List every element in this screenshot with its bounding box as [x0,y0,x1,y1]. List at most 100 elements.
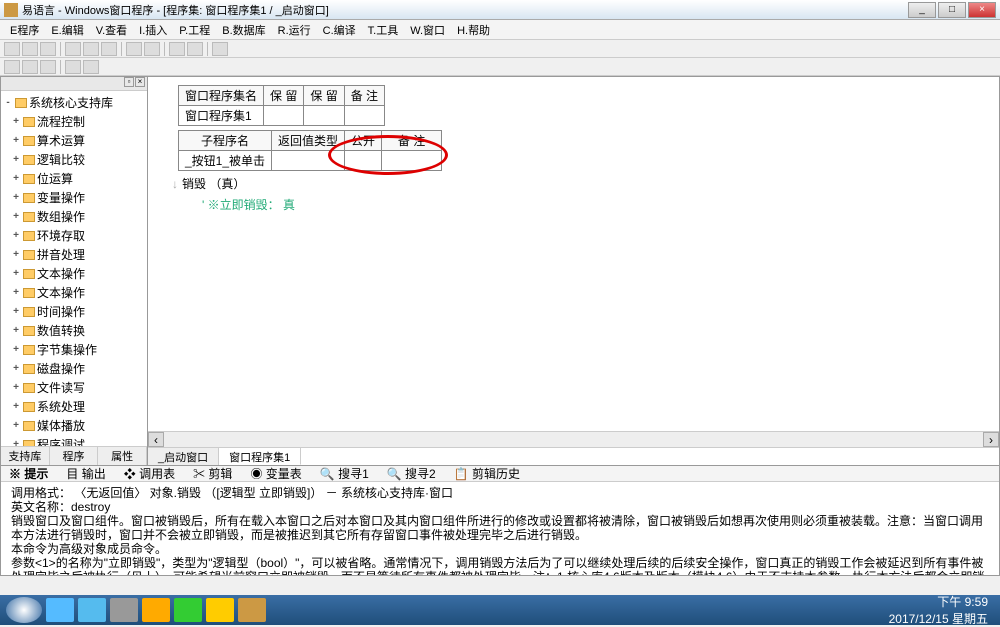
menu-tools[interactable]: T.工具 [362,22,405,38]
tree-item[interactable]: +变量操作 [3,188,145,207]
tb-paste[interactable] [101,42,117,56]
close-button[interactable]: × [968,2,996,18]
editor-scrollbar-horizontal[interactable]: ‹ › [148,431,999,447]
sidebar-top-controls: ▫ × [1,77,147,91]
tb2-e[interactable] [83,60,99,74]
tree-item-label: 环境存取 [37,227,85,244]
taskbar-ie-icon[interactable] [78,598,106,622]
tb-compile[interactable] [212,42,228,56]
code-line-2[interactable]: ' ※立即销毁： 真 [168,196,979,213]
code-line-1[interactable]: ↓ 销毁 （真） [168,175,979,192]
menu-run[interactable]: R.运行 [272,22,317,38]
output-panel-content[interactable]: 调用格式： 〈无返回值〉 对象.销毁 （[逻辑型 立即销毁]） － 系统核心支持… [1,482,999,575]
tb-run[interactable] [169,42,185,56]
tree-item[interactable]: +算术运算 [3,131,145,150]
bp-tab-call[interactable]: ❖ 调用表 [120,465,179,482]
scroll-right-icon[interactable]: › [983,432,999,447]
toolbar-2 [0,58,1000,76]
bp-tab-var[interactable]: ◉ 变量表 [246,465,305,482]
taskbar-app3-icon[interactable] [174,598,202,622]
sidebar-tab-library[interactable]: 支持库 [1,447,50,465]
bp-tab-hist[interactable]: 📋 剪辑历史 [450,465,524,482]
menu-compile[interactable]: C.编译 [317,22,362,38]
bp-tab-clip[interactable]: ✂ 剪辑 [189,465,236,482]
tree-item[interactable]: +文件读写 [3,378,145,397]
library-tree[interactable]: - 系统核心支持库 +流程控制+算术运算+逻辑比较+位运算+变量操作+数组操作+… [1,91,147,446]
tree-item[interactable]: +时间操作 [3,302,145,321]
sidebar-tab-program[interactable]: 程序 [50,447,99,465]
windows-taskbar: 下午 9:59 2017/12/15 星期五 [0,595,1000,625]
editor-content[interactable]: 窗口程序集名保 留保 留备 注 窗口程序集1 子程序名返回值类型公开备 注 _按… [148,77,999,431]
bp-tab-out[interactable]: 目 输出 [62,465,109,482]
minimize-button[interactable]: _ [908,2,936,18]
bp-tab-tip[interactable]: ※ 提示 [5,465,52,482]
code-editor: 窗口程序集名保 留保 留备 注 窗口程序集1 子程序名返回值类型公开备 注 _按… [148,76,1000,466]
taskbar-folder-icon[interactable] [46,598,74,622]
tree-root[interactable]: - 系统核心支持库 [3,93,145,112]
taskbar-elang-icon[interactable] [238,598,266,622]
editor-tab-assembly1[interactable]: 窗口程序集1 [219,448,301,465]
tb-stop[interactable] [187,42,203,56]
tb2-b[interactable] [22,60,38,74]
taskbar-app1-icon[interactable] [110,598,138,622]
tb-open[interactable] [22,42,38,56]
taskbar-app2-icon[interactable] [142,598,170,622]
menu-edit[interactable]: E.编辑 [45,22,89,38]
menu-help[interactable]: H.帮助 [451,22,496,38]
tree-item[interactable]: +文本操作 [3,283,145,302]
menu-insert[interactable]: I.插入 [133,22,173,38]
tree-item[interactable]: +系统处理 [3,397,145,416]
tree-item[interactable]: +程序调试 [3,435,145,446]
tb-cut[interactable] [65,42,81,56]
code-comment: ' ※立即销毁： 真 [202,196,295,213]
code-destroy[interactable]: 销毁 （真） [182,175,245,192]
tb-save[interactable] [40,42,56,56]
tree-item-label: 磁盘操作 [37,360,85,377]
editor-tab-startup[interactable]: _启动窗口 [148,448,219,465]
tb-new[interactable] [4,42,20,56]
tb2-a[interactable] [4,60,20,74]
tree-item-label: 媒体播放 [37,417,85,434]
scroll-track[interactable] [164,432,983,447]
tree-item[interactable]: +逻辑比较 [3,150,145,169]
tb2-d[interactable] [65,60,81,74]
tree-item[interactable]: +位运算 [3,169,145,188]
t1-r1[interactable]: 窗口程序集1 [179,106,264,126]
start-button[interactable] [6,597,42,623]
tree-item[interactable]: +数值转换 [3,321,145,340]
scroll-left-icon[interactable]: ‹ [148,432,164,447]
menu-window[interactable]: W.窗口 [404,22,451,38]
t2-r1[interactable]: _按钮1_被单击 [179,151,272,171]
t1-h2: 保 留 [264,86,304,106]
maximize-button[interactable]: □ [938,2,966,18]
gutter-arrow-icon: ↓ [168,177,182,191]
tree-item[interactable]: +媒体播放 [3,416,145,435]
taskbar-clock[interactable]: 下午 9:59 2017/12/15 星期五 [889,593,994,627]
tb-copy[interactable] [83,42,99,56]
tree-item[interactable]: +流程控制 [3,112,145,131]
menu-program[interactable]: E程序 [4,22,45,38]
tree-item[interactable]: +数组操作 [3,207,145,226]
tree-item[interactable]: +拼音处理 [3,245,145,264]
menu-database[interactable]: B.数据库 [216,22,271,38]
folder-icon [23,193,35,203]
tree-item[interactable]: +字节集操作 [3,340,145,359]
tb-undo[interactable] [126,42,142,56]
tree-item-label: 数组操作 [37,208,85,225]
toolbar-1 [0,40,1000,58]
sidebar-float-icon[interactable]: ▫ [124,77,134,87]
folder-icon [23,155,35,165]
tb-redo[interactable] [144,42,160,56]
tb2-c[interactable] [40,60,56,74]
tree-item[interactable]: +环境存取 [3,226,145,245]
tree-item[interactable]: +磁盘操作 [3,359,145,378]
taskbar-app4-icon[interactable] [206,598,234,622]
sidebar-tab-property[interactable]: 属性 [98,447,147,465]
menu-project[interactable]: P.工程 [173,22,216,38]
tree-item[interactable]: +文本操作 [3,264,145,283]
sidebar-tabs: 支持库 程序 属性 [1,446,147,465]
bp-tab-find2[interactable]: 🔍 搜寻2 [383,465,440,482]
sidebar-pin-icon[interactable]: × [135,77,145,87]
menu-view[interactable]: V.查看 [90,22,133,38]
bp-tab-find1[interactable]: 🔍 搜寻1 [316,465,373,482]
